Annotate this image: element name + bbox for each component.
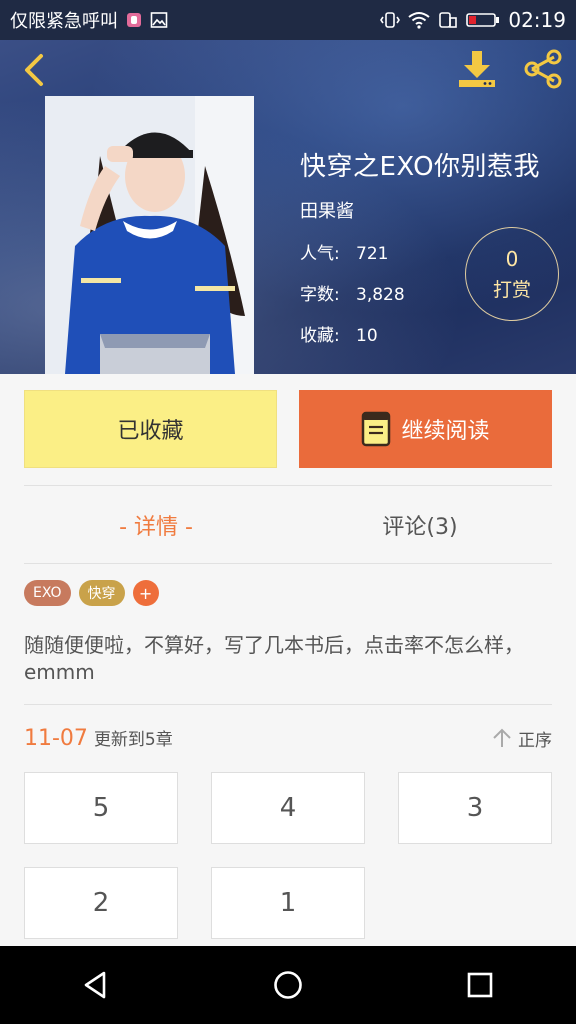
update-text: 更新到5章 [93,730,173,750]
stat-value: 3,828 [356,285,405,305]
update-row: 11-07 更新到5章 正序 [24,722,552,754]
tag-time-travel[interactable]: 快穿 [78,580,125,606]
hero-actions [454,46,566,92]
book-icon [362,411,391,447]
tab-comments[interactable]: 评论(3) [288,486,552,564]
sim-icon [438,11,458,29]
action-buttons: 已收藏 继续阅读 [24,390,552,468]
book-cover[interactable] [45,96,254,374]
vibrate-icon [380,10,401,30]
back-button[interactable] [14,50,54,90]
update-date: 11-07 [24,726,88,751]
tab-details[interactable]: - 详情 - [24,486,288,564]
stat-label: 字数: [300,285,340,305]
app-notification-icon [126,12,142,28]
book-author[interactable]: 田果酱 [300,197,540,223]
image-notification-icon [150,11,168,29]
stat-value: 721 [356,244,389,264]
circle-home-icon [274,971,302,999]
nav-recents-button[interactable] [440,946,520,1024]
triangle-back-icon [84,971,106,999]
cover-illustration [45,96,254,374]
stat-value: 10 [356,326,378,346]
clock: 02:19 [508,8,566,32]
download-button[interactable] [454,46,500,92]
sort-order-button[interactable]: 正序 [492,726,552,751]
reward-count: 0 [505,246,519,271]
update-info: 11-07 更新到5章 [24,725,173,751]
divider [24,563,552,564]
book-details: 已收藏 继续阅读 - 详情 - 评论(3) EXO 快穿 + 随随便便啦，不算好… [0,374,576,946]
divider [24,704,552,705]
chapter-item[interactable]: 5 [24,772,178,844]
carrier-text: 仅限紧急呼叫 [10,11,118,32]
tag-exo[interactable]: EXO [24,580,71,606]
status-right: 02:19 [380,8,566,32]
tabs: - 详情 - 评论(3) [24,486,552,564]
chapter-item[interactable]: 4 [211,772,365,844]
nav-home-button[interactable] [248,946,328,1024]
continue-reading-button[interactable]: 继续阅读 [299,390,552,468]
status-bar: 仅限紧急呼叫 02:19 [0,0,576,40]
system-nav-bar [0,946,576,1024]
book-description: 随随便便啦，不算好，写了几本书后，点击率不怎么样，emmm [24,633,524,684]
chapter-item[interactable]: 2 [24,867,178,939]
status-left: 仅限紧急呼叫 [10,7,168,33]
nav-back-button[interactable] [56,946,136,1024]
reward-button[interactable]: 0 打赏 [465,227,559,321]
share-button[interactable] [520,46,566,92]
share-icon [524,49,562,89]
arrow-up-icon [493,728,511,747]
add-tag-button[interactable]: + [132,580,159,606]
book-hero: 快穿之EXO你别惹我 田果酱 人气: 721 字数: 3,828 收藏: 10 … [0,40,576,374]
download-icon [459,51,495,87]
battery-icon [466,11,500,29]
stat-favorites: 收藏: 10 [300,321,540,346]
book-title: 快穿之EXO你别惹我 [300,152,541,182]
stat-label: 人气: [300,244,340,264]
chevron-left-icon [25,54,43,86]
square-recents-icon [467,972,493,998]
continue-reading-label: 继续阅读 [401,418,490,443]
reward-label: 打赏 [492,278,531,301]
sort-label: 正序 [518,730,552,751]
chapter-item[interactable]: 3 [398,772,552,844]
chapter-item[interactable]: 1 [211,867,365,939]
tag-list: EXO 快穿 + [24,580,159,606]
collect-button[interactable]: 已收藏 [24,390,277,468]
wifi-icon [408,11,430,29]
stat-label: 收藏: [300,326,340,346]
